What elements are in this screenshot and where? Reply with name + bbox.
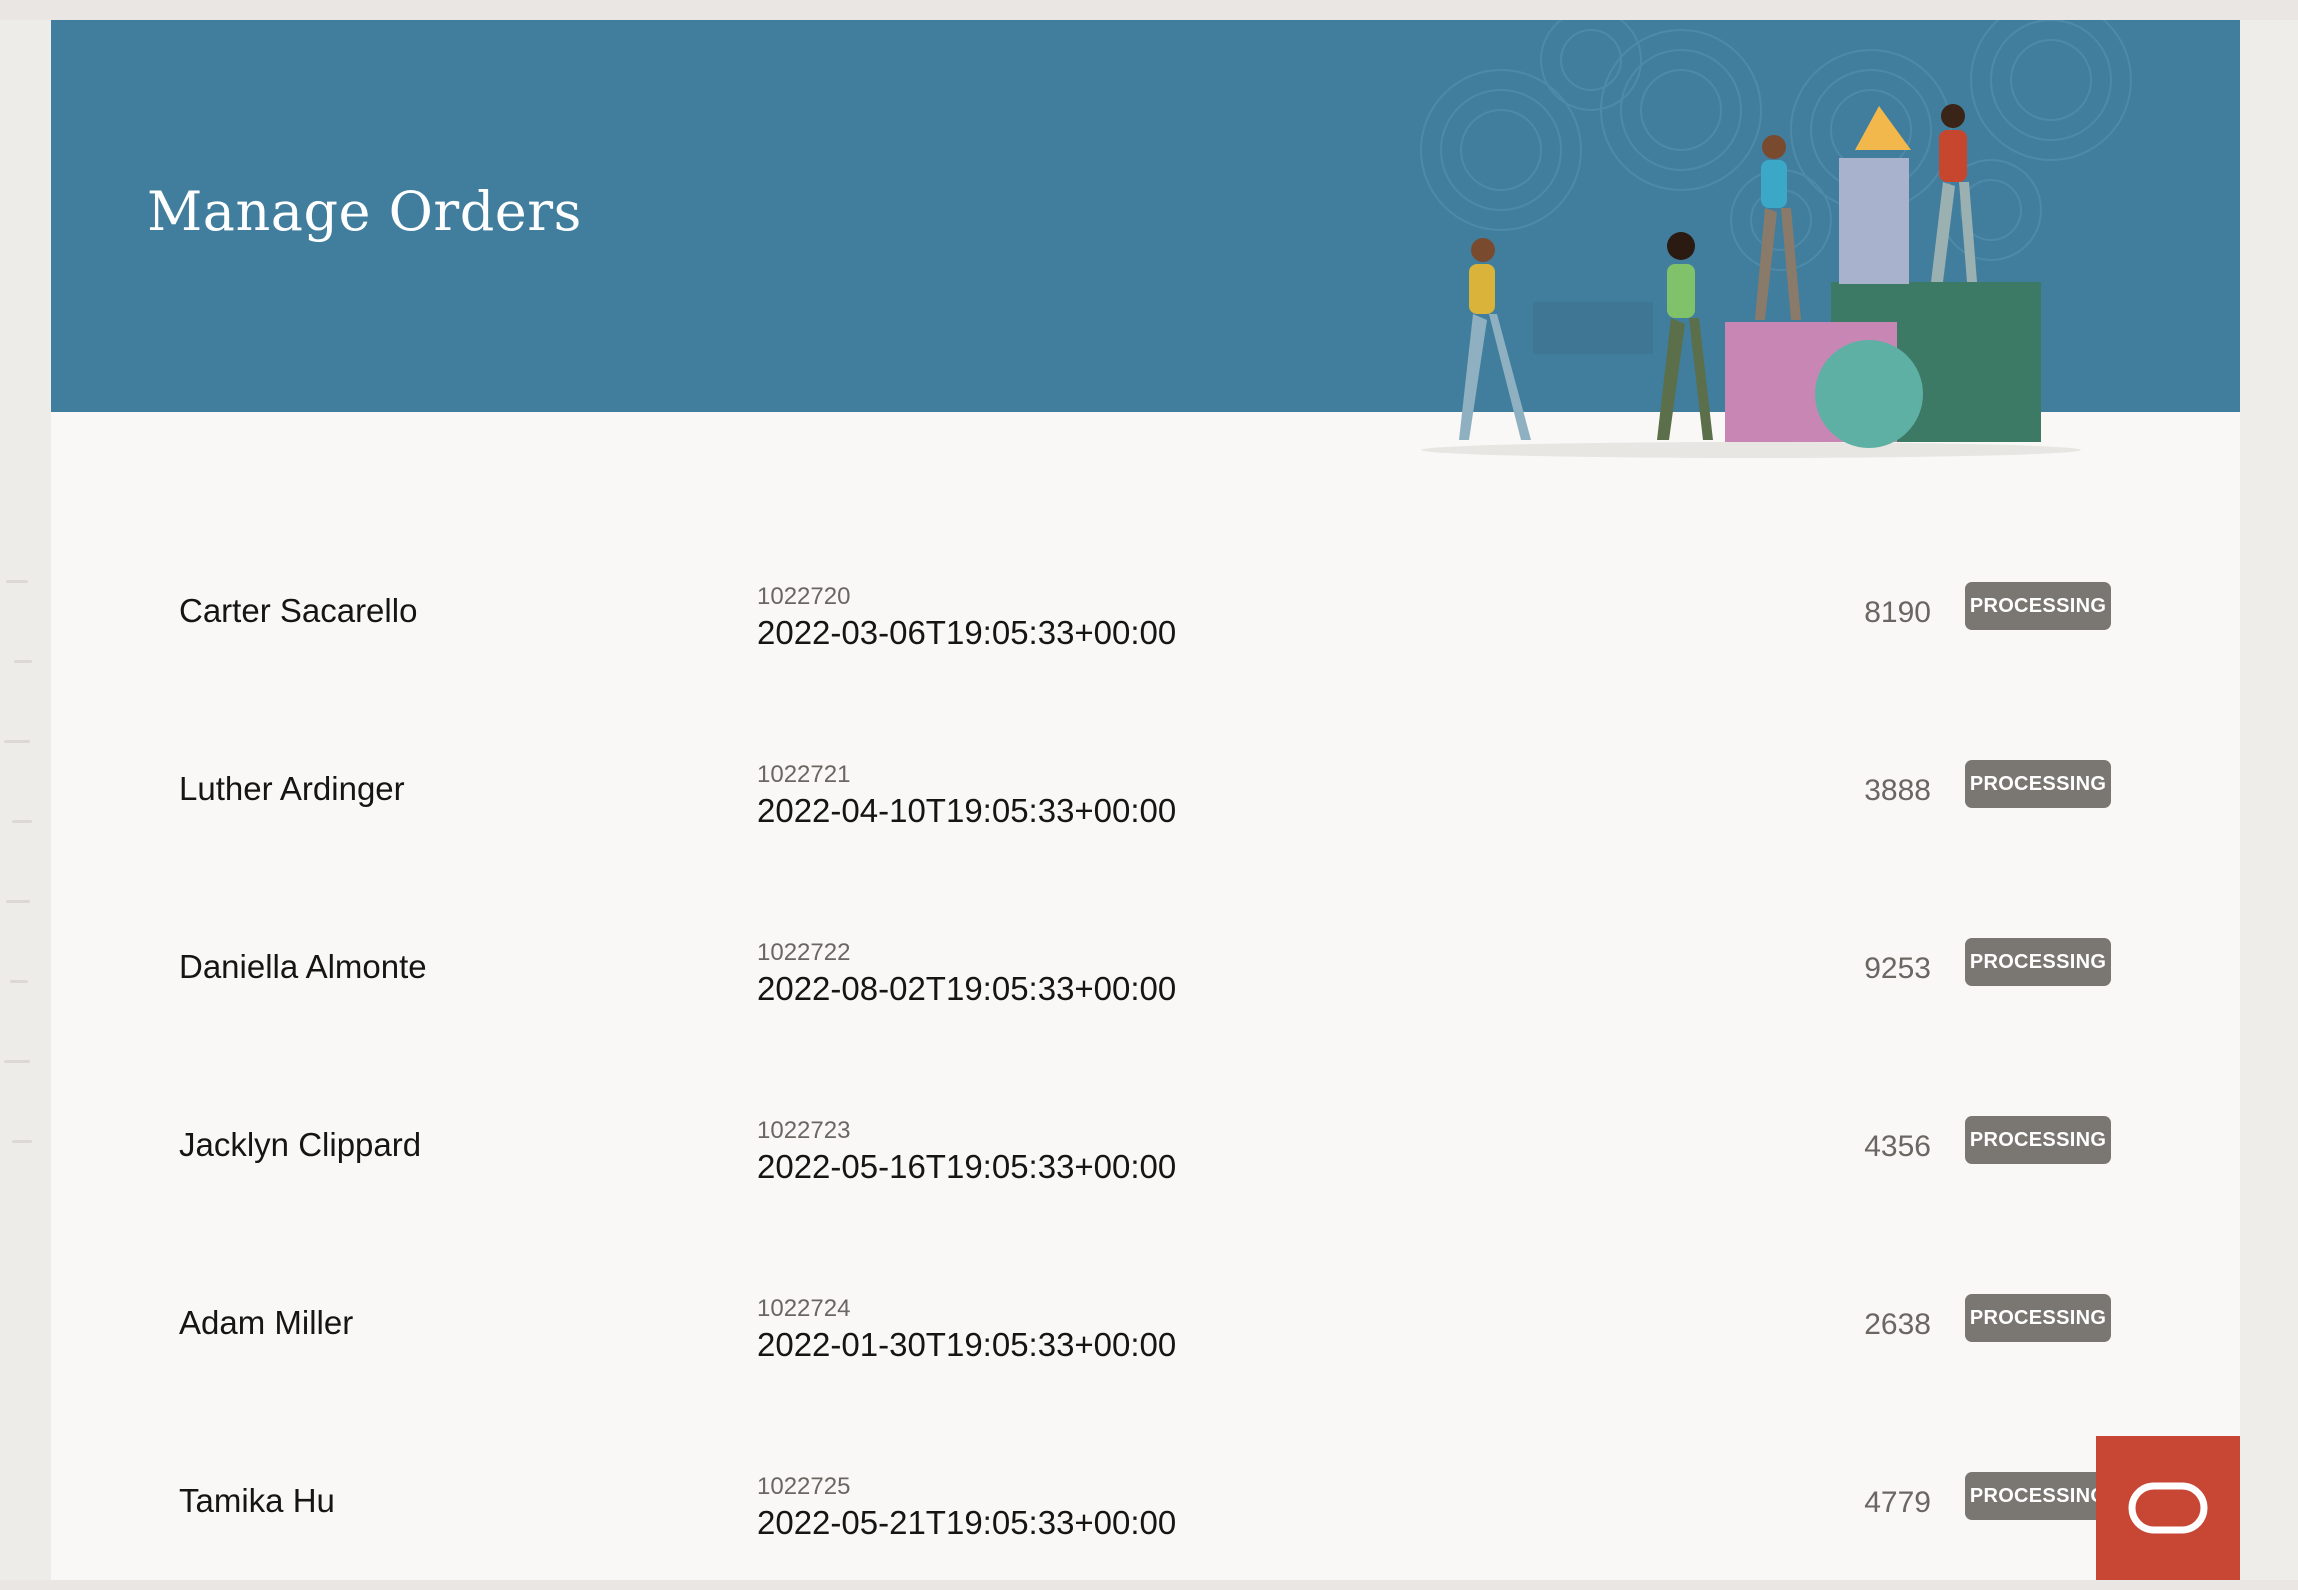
order-date: 2022-05-21T19:05:33+00:00 <box>757 1504 1177 1541</box>
customer-name: Daniella Almonte <box>179 948 427 985</box>
gutter-dash <box>12 1140 32 1143</box>
order-amount: 4779 <box>1864 1486 1931 1519</box>
order-id: 1022721 <box>757 761 851 788</box>
status-badge: PROCESSING <box>1965 1294 2111 1342</box>
gutter-dash <box>6 580 28 583</box>
order-amount: 3888 <box>1864 774 1931 807</box>
order-date: 2022-04-10T19:05:33+00:00 <box>757 792 1177 829</box>
customer-name: Jacklyn Clippard <box>179 1126 422 1163</box>
order-row[interactable]: Daniella Almonte 1022722 2022-08-02T19:0… <box>51 876 2240 1054</box>
status-badge: PROCESSING <box>1965 1116 2111 1164</box>
page-title: Manage Orders <box>147 180 582 243</box>
status-badge: PROCESSING <box>1965 760 2111 808</box>
gutter-dash <box>14 660 32 663</box>
gutter-dash <box>6 900 30 903</box>
status-badge: PROCESSING <box>1965 1472 2111 1520</box>
gutter-dash <box>4 740 30 743</box>
customer-name: Adam Miller <box>179 1304 354 1341</box>
order-row[interactable]: Jacklyn Clippard 1022723 2022-05-16T19:0… <box>51 1054 2240 1232</box>
order-amount: 2638 <box>1864 1308 1931 1341</box>
gutter-dash <box>4 1060 30 1063</box>
status-badge: PROCESSING <box>1965 938 2111 986</box>
people-building-blocks-illustration <box>1421 104 2081 458</box>
order-row[interactable]: Carter Sacarello 1022720 2022-03-06T19:0… <box>51 520 2240 698</box>
oracle-assistant-button[interactable] <box>2096 1436 2240 1580</box>
order-date: 2022-03-06T19:05:33+00:00 <box>757 614 1177 651</box>
customer-name: Tamika Hu <box>179 1482 335 1519</box>
order-id: 1022723 <box>757 1117 851 1144</box>
gutter-dash <box>10 980 28 983</box>
right-gutter <box>2240 20 2298 1580</box>
order-row[interactable]: Tamika Hu 1022725 2022-05-21T19:05:33+00… <box>51 1410 2240 1580</box>
orders-page-card: Manage Orders Carter Sacarello 1022720 2… <box>51 20 2240 1580</box>
order-row[interactable]: Luther Ardinger 1022721 2022-04-10T19:05… <box>51 698 2240 876</box>
order-amount: 8190 <box>1864 596 1931 629</box>
customer-name: Carter Sacarello <box>179 592 418 629</box>
order-id: 1022722 <box>757 939 851 966</box>
order-id: 1022724 <box>757 1295 851 1322</box>
order-date: 2022-01-30T19:05:33+00:00 <box>757 1326 1177 1363</box>
order-id: 1022725 <box>757 1473 851 1500</box>
left-gutter <box>0 20 51 1580</box>
gutter-dash <box>12 820 32 823</box>
customer-name: Luther Ardinger <box>179 770 405 807</box>
status-badge: PROCESSING <box>1965 582 2111 630</box>
order-date: 2022-05-16T19:05:33+00:00 <box>757 1148 1177 1185</box>
order-amount: 4356 <box>1864 1130 1931 1163</box>
order-row[interactable]: Adam Miller 1022724 2022-01-30T19:05:33+… <box>51 1232 2240 1410</box>
order-id: 1022720 <box>757 583 851 610</box>
order-date: 2022-08-02T19:05:33+00:00 <box>757 970 1177 1007</box>
order-amount: 9253 <box>1864 952 1931 985</box>
oracle-logo-icon <box>2128 1482 2208 1534</box>
